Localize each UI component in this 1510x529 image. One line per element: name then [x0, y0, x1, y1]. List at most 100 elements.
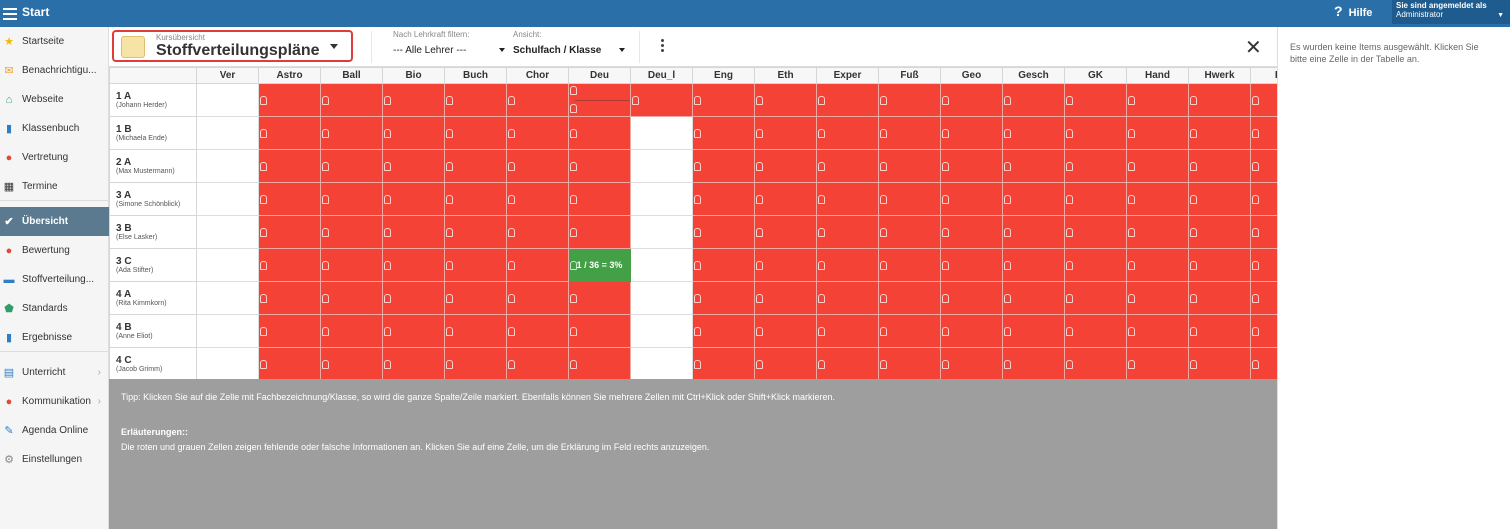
grid-cell[interactable]	[1002, 149, 1065, 183]
row-header[interactable]: 1 B (Michaela Ende)	[109, 116, 197, 150]
grid-cell[interactable]	[444, 347, 507, 379]
grid-cell[interactable]	[1250, 281, 1277, 315]
grid-cell[interactable]	[506, 248, 569, 282]
column-header[interactable]: Geo	[940, 67, 1003, 84]
grid-cell[interactable]	[196, 248, 259, 282]
grid-cell[interactable]	[1064, 215, 1127, 249]
grid-cell[interactable]	[258, 281, 321, 315]
grid-cell[interactable]	[258, 347, 321, 379]
row-header[interactable]: 3 B (Else Lasker)	[109, 215, 197, 249]
column-header[interactable]: Deu	[568, 67, 631, 84]
grid-cell[interactable]	[320, 314, 383, 348]
grid-cell[interactable]	[320, 347, 383, 379]
grid-cell[interactable]	[568, 281, 631, 315]
grid-cell[interactable]: 1 / 36 = 3%	[568, 248, 631, 282]
grid-cell[interactable]	[444, 281, 507, 315]
grid-cell[interactable]	[692, 182, 755, 216]
grid-cell[interactable]	[630, 248, 693, 282]
grid-cell[interactable]	[816, 182, 879, 216]
grid-cell[interactable]	[878, 248, 941, 282]
column-header[interactable]: Hwerk	[1188, 67, 1251, 84]
column-header[interactable]: Gesch	[1002, 67, 1065, 84]
grid-cell[interactable]	[382, 347, 445, 379]
grid-cell[interactable]	[506, 149, 569, 183]
grid-cell[interactable]	[630, 116, 693, 150]
course-view-selector[interactable]: Kursübersicht Stoffverteilungspläne	[112, 30, 353, 62]
sidebar-item-termine[interactable]: ▦ Termine	[0, 172, 109, 201]
sidebar-item-bewertung[interactable]: ● Bewertung	[0, 236, 109, 265]
grid-cell[interactable]	[816, 248, 879, 282]
row-header[interactable]: 2 A (Max Mustermann)	[109, 149, 197, 183]
grid-cell[interactable]	[196, 83, 259, 117]
grid-cell[interactable]	[568, 182, 631, 216]
grid-cell[interactable]	[1250, 149, 1277, 183]
grid-cell[interactable]	[444, 149, 507, 183]
grid-cell[interactable]	[196, 116, 259, 150]
grid-cell[interactable]	[506, 83, 569, 117]
grid-cell[interactable]	[382, 248, 445, 282]
grid-cell[interactable]	[1126, 248, 1189, 282]
row-header[interactable]: 4 A (Rita Kimmkorn)	[109, 281, 197, 315]
grid-cell[interactable]	[382, 83, 445, 117]
grid-cell[interactable]	[754, 149, 817, 183]
sidebar-item-agenda-online[interactable]: ✎ Agenda Online	[0, 416, 109, 445]
column-header[interactable]: Fuß	[878, 67, 941, 84]
grid-cell[interactable]	[816, 116, 879, 150]
grid-cell[interactable]	[1002, 281, 1065, 315]
grid-cell[interactable]	[692, 83, 755, 117]
grid-cell[interactable]	[754, 215, 817, 249]
grid-cell[interactable]	[630, 83, 693, 117]
grid-cell[interactable]	[940, 281, 1003, 315]
grid-cell[interactable]	[506, 215, 569, 249]
grid-cell[interactable]	[1002, 182, 1065, 216]
grid-cell[interactable]	[878, 215, 941, 249]
grid-cell[interactable]	[692, 248, 755, 282]
grid-cell[interactable]	[1188, 149, 1251, 183]
grid-cell[interactable]	[196, 314, 259, 348]
grid-cell[interactable]	[940, 83, 1003, 117]
sidebar-item-unterricht[interactable]: ▤ Unterricht ›	[0, 358, 109, 387]
grid-cell[interactable]	[754, 83, 817, 117]
user-menu[interactable]: Sie sind angemeldet als Administrator ▼	[1392, 0, 1510, 24]
row-header[interactable]: 3 C (Ada Stifter)	[109, 248, 197, 282]
column-header[interactable]: Deu_l	[630, 67, 693, 84]
sidebar-item-webseite[interactable]: ⌂ Webseite	[0, 85, 109, 114]
grid-cell[interactable]	[816, 347, 879, 379]
grid-cell[interactable]	[1188, 182, 1251, 216]
grid-cell[interactable]	[568, 83, 631, 117]
row-header[interactable]: 1 A (Johann Herder)	[109, 83, 197, 117]
grid-cell[interactable]	[940, 182, 1003, 216]
grid-cell[interactable]	[196, 347, 259, 379]
grid-cell[interactable]	[630, 314, 693, 348]
grid-cell[interactable]	[382, 281, 445, 315]
grid-cell[interactable]	[1126, 182, 1189, 216]
grid-cell[interactable]	[258, 149, 321, 183]
column-header[interactable]: Hand	[1126, 67, 1189, 84]
grid-cell[interactable]	[506, 347, 569, 379]
grid-cell[interactable]	[444, 116, 507, 150]
grid-cell[interactable]	[320, 116, 383, 150]
grid-cell[interactable]	[568, 215, 631, 249]
grid-cell[interactable]	[258, 116, 321, 150]
grid-cell[interactable]	[878, 83, 941, 117]
grid-cell[interactable]	[1126, 149, 1189, 183]
column-header[interactable]: Chor	[506, 67, 569, 84]
grid-cell[interactable]	[692, 215, 755, 249]
grid-cell[interactable]	[816, 215, 879, 249]
sidebar-item-ergebnisse[interactable]: ▮ Ergebnisse	[0, 323, 109, 352]
grid-cell[interactable]	[1250, 83, 1277, 117]
grid-cell[interactable]	[940, 347, 1003, 379]
grid-cell[interactable]	[1126, 347, 1189, 379]
grid-cell[interactable]	[444, 248, 507, 282]
grid-cell[interactable]	[1188, 116, 1251, 150]
grid-cell[interactable]	[444, 314, 507, 348]
grid-cell[interactable]	[506, 182, 569, 216]
grid-cell[interactable]	[1064, 314, 1127, 348]
column-header[interactable]: Eth	[754, 67, 817, 84]
column-header[interactable]: Astro	[258, 67, 321, 84]
column-header[interactable]: Ver	[196, 67, 259, 84]
grid-cell[interactable]	[1064, 248, 1127, 282]
grid-cell[interactable]	[940, 116, 1003, 150]
grid-cell[interactable]	[258, 314, 321, 348]
grid-cell[interactable]	[196, 149, 259, 183]
